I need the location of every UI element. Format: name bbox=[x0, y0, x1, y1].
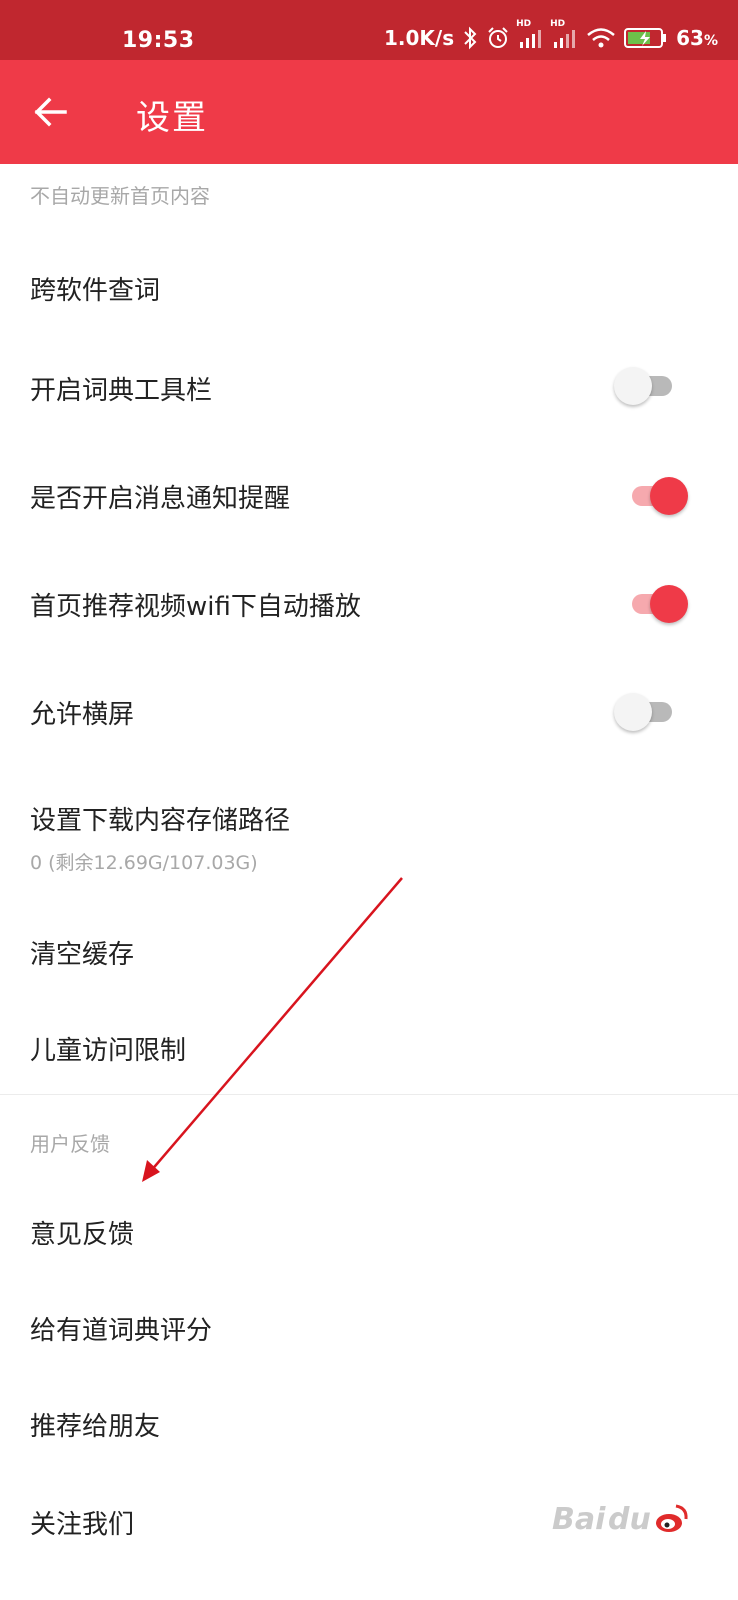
status-icons: 1.0K/s HD HD 63% bbox=[383, 19, 718, 50]
toggle-thumb bbox=[650, 477, 688, 515]
feedback-item[interactable]: 意见反馈 bbox=[0, 1184, 738, 1280]
section-hint: 不自动更新首页内容 bbox=[30, 184, 210, 208]
network-speed: 1.0K/s bbox=[383, 26, 455, 50]
back-button[interactable] bbox=[22, 86, 78, 138]
status-bar: 19:53 1.0K/s HD HD 63% bbox=[0, 0, 738, 60]
setting-dictionary-toolbar[interactable]: 开启词典工具栏 bbox=[0, 332, 738, 440]
setting-autoplay-wifi[interactable]: 首页推荐视频wifi下自动播放 bbox=[0, 550, 738, 658]
recommend-item[interactable]: 推荐给朋友 bbox=[0, 1376, 738, 1472]
bluetooth-icon bbox=[462, 26, 478, 50]
section-header-feedback: 用户反馈 bbox=[30, 1132, 110, 1156]
setting-label: 儿童访问限制 bbox=[30, 1036, 187, 1066]
message-notifications-toggle[interactable] bbox=[626, 476, 688, 516]
arrow-left-icon bbox=[34, 97, 67, 127]
signal-hd-label: HD bbox=[550, 19, 566, 29]
allow-landscape-toggle[interactable] bbox=[614, 692, 676, 732]
setting-label: 给有道词典评分 bbox=[30, 1316, 213, 1346]
setting-label: 清空缓存 bbox=[30, 940, 135, 970]
setting-clear-cache[interactable]: 清空缓存 bbox=[0, 906, 738, 1002]
setting-label: 推荐给朋友 bbox=[30, 1412, 161, 1442]
setting-label: 跨软件查词 bbox=[30, 276, 161, 306]
alarm-icon bbox=[486, 26, 510, 50]
signal-icon: HD bbox=[516, 19, 544, 49]
autoplay-wifi-toggle[interactable] bbox=[626, 584, 688, 624]
setting-message-notifications[interactable]: 是否开启消息通知提醒 bbox=[0, 440, 738, 550]
setting-label: 意见反馈 bbox=[30, 1220, 135, 1250]
toggle-thumb bbox=[614, 693, 652, 731]
setting-child-access[interactable]: 儿童访问限制 bbox=[0, 1002, 738, 1094]
section-divider bbox=[0, 1094, 738, 1095]
weibo-icon bbox=[656, 1504, 688, 1532]
signal-hd-label: HD bbox=[516, 19, 532, 29]
toggle-thumb bbox=[650, 585, 688, 623]
setting-label: 允许横屏 bbox=[30, 700, 135, 730]
battery-percent: 63% bbox=[676, 26, 718, 50]
setting-label: 开启词典工具栏 bbox=[30, 376, 213, 406]
rate-app-item[interactable]: 给有道词典评分 bbox=[0, 1280, 738, 1376]
battery-charging-icon bbox=[624, 27, 668, 49]
setting-cross-app-lookup[interactable]: 跨软件查词 bbox=[0, 240, 738, 332]
storage-detail: 0 (剩余12.69G/107.03G) bbox=[30, 852, 258, 874]
watermark-logo: Bai du bbox=[552, 1498, 712, 1546]
signal-icon: HD bbox=[550, 19, 578, 49]
app-bar: 设置 bbox=[0, 60, 738, 164]
setting-label: 是否开启消息通知提醒 bbox=[30, 484, 291, 514]
setting-label: 首页推荐视频wifi下自动播放 bbox=[30, 592, 361, 622]
status-time: 19:53 bbox=[122, 28, 195, 53]
setting-allow-landscape[interactable]: 允许横屏 bbox=[0, 658, 738, 766]
setting-label: 设置下载内容存储路径 bbox=[30, 806, 291, 836]
page-title: 设置 bbox=[136, 98, 208, 138]
wifi-icon bbox=[586, 27, 616, 49]
setting-download-path[interactable]: 设置下载内容存储路径 0 (剩余12.69G/107.03G) bbox=[0, 766, 738, 906]
setting-label: 关注我们 bbox=[30, 1510, 135, 1540]
dictionary-toolbar-toggle[interactable] bbox=[614, 366, 676, 406]
toggle-thumb bbox=[614, 367, 652, 405]
